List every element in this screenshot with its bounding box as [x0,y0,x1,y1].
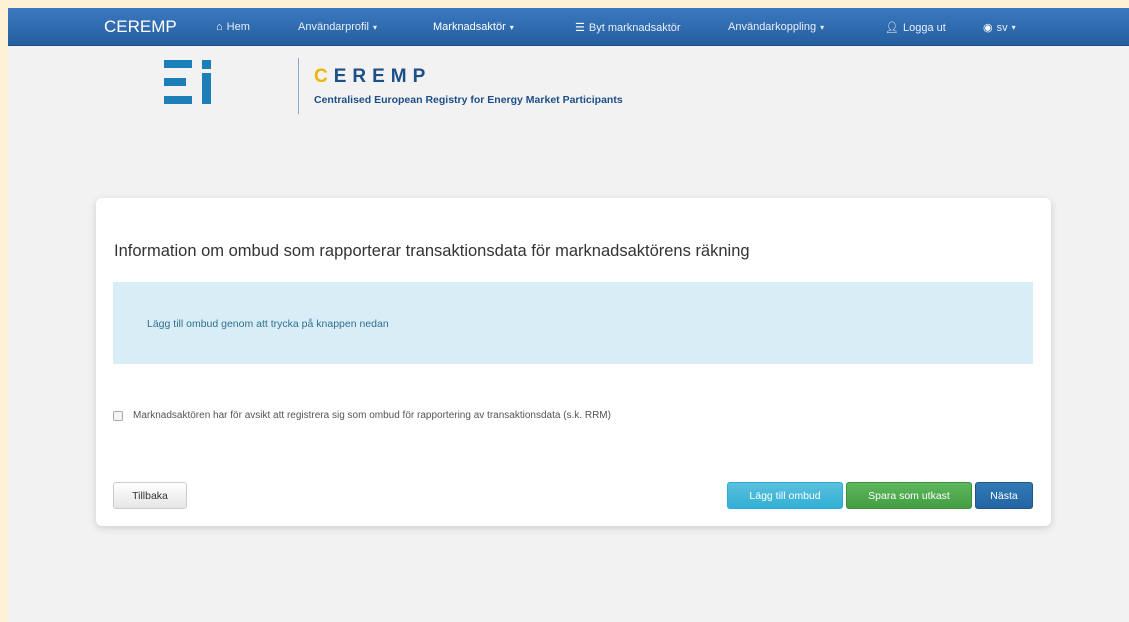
nav-item-label: Marknadsaktör [433,21,506,33]
nav-item-home[interactable]: ⌂ Hem [216,21,250,33]
nav-item-label: Logga ut [902,21,946,34]
next-button[interactable]: Nästa [975,482,1033,509]
caret-down-icon: ▾ [372,22,377,32]
nav-item-label: sv [996,21,1008,34]
ceremp-logo-title: CEREMP [314,66,432,87]
list-icon: ☰ [575,22,585,34]
add-agent-button[interactable]: Lägg till ombud [727,482,843,509]
nav-item-market-participant[interactable]: Marknadsaktör ▾ [433,21,514,33]
info-alert-text: Lägg till ombud genom att trycka på knap… [147,318,389,330]
ei-logo [164,60,214,104]
home-icon: ⌂ [216,21,223,33]
nav-item-user-linking[interactable]: Användarkoppling ▾ [728,21,824,33]
ceremp-logo-subtitle: Centralised European Registry for Energy… [314,94,623,106]
caret-down-icon: ▾ [509,22,514,32]
nav-item-label: Hem [226,21,250,33]
nav-item-user-profile[interactable]: Användarprofil ▾ [298,21,377,33]
user-icon: 👤︎ [885,22,899,34]
info-alert: Lägg till ombud genom att trycka på knap… [113,282,1033,364]
navbar-brand[interactable]: CEREMP [104,17,177,37]
nav-item-logout[interactable]: 👤︎ Logga ut [885,21,946,35]
back-button[interactable]: Tillbaka [113,482,187,509]
agent-info-card: Information om ombud som rapporterar tra… [96,198,1051,526]
app-frame: CEREMP ⌂ Hem Användarprofil ▾ Marknadsak… [8,8,1129,622]
nav-item-label: Byt marknadsaktör [588,21,681,34]
rrm-checkbox[interactable] [113,410,123,421]
logo-divider [298,58,299,114]
nav-item-language[interactable]: ◉ sv ▾ [983,21,1016,35]
rrm-checkbox-row: Marknadsaktören har för avsikt att regis… [113,410,611,421]
nav-item-label: Användarprofil [298,21,369,33]
top-navbar: CEREMP ⌂ Hem Användarprofil ▾ Marknadsak… [8,8,1129,46]
caret-down-icon: ▾ [820,22,825,32]
nav-item-label: Användarkoppling [728,21,817,33]
save-draft-button[interactable]: Spara som utkast [846,482,972,509]
globe-icon: ◉ [983,22,993,34]
rrm-checkbox-label[interactable]: Marknadsaktören har för avsikt att regis… [133,410,611,421]
nav-item-switch-participant[interactable]: ☰ Byt marknadsaktör [575,21,681,35]
card-heading: Information om ombud som rapporterar tra… [114,242,750,260]
caret-down-icon: ▾ [1011,23,1016,32]
